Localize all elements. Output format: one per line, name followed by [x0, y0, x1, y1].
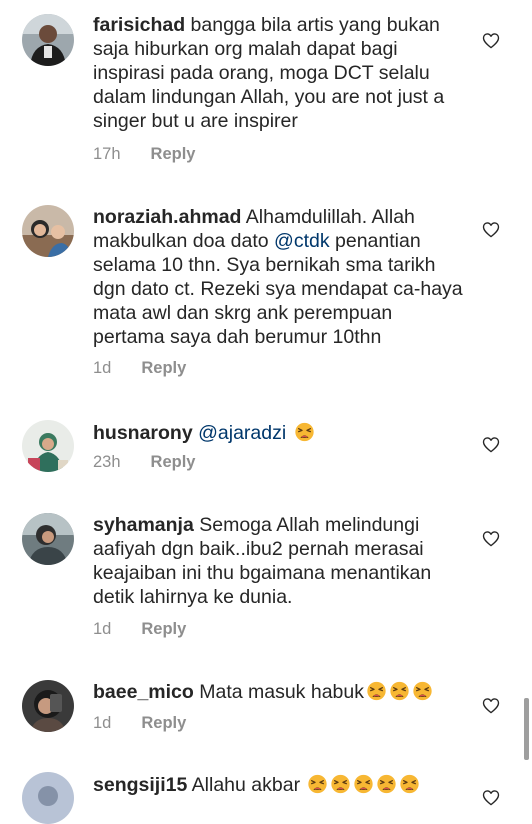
comment-meta: 23h Reply	[93, 453, 195, 472]
comment-meta: 1d Reply	[93, 359, 186, 378]
tired-face-emoji	[399, 774, 420, 794]
avatar[interactable]	[22, 420, 74, 472]
reply-button[interactable]: Reply	[141, 714, 186, 733]
comment-meta: 17h Reply	[93, 145, 195, 164]
heart-outline-icon[interactable]	[482, 436, 500, 453]
comment-time: 1d	[93, 359, 112, 377]
avatar[interactable]	[22, 205, 74, 257]
comment-time: 1d	[93, 714, 112, 732]
avatar[interactable]	[22, 513, 74, 565]
tired-face-emoji	[412, 681, 433, 701]
mention-link[interactable]: @ctdk	[274, 230, 330, 252]
comment-text: baee_mico Mata masuk habuk	[93, 680, 465, 704]
mention-link[interactable]: @ajaradzi	[198, 422, 286, 444]
heart-outline-icon[interactable]	[482, 789, 500, 806]
tired-face-emoji	[330, 774, 351, 794]
reply-button[interactable]: Reply	[151, 145, 196, 164]
comment-username[interactable]: sengsiji15	[93, 774, 187, 796]
heart-outline-icon[interactable]	[482, 530, 500, 547]
comment-text: noraziah.ahmad Alhamdulillah. Allah makb…	[93, 205, 465, 349]
comment-username[interactable]: husnarony	[93, 422, 193, 444]
reply-button[interactable]: Reply	[151, 453, 196, 472]
comment-time: 1d	[93, 620, 112, 638]
avatar[interactable]	[22, 772, 74, 824]
comment-body: Mata masuk habuk	[193, 681, 364, 703]
reply-button[interactable]: Reply	[141, 620, 186, 639]
comment-username[interactable]: noraziah.ahmad	[93, 206, 241, 228]
tired-face-emoji	[366, 681, 387, 701]
scrollbar[interactable]	[524, 698, 529, 760]
comment-time: 17h	[93, 145, 121, 163]
heart-outline-icon[interactable]	[482, 32, 500, 49]
tired-face-emoji	[294, 422, 315, 442]
comment-username[interactable]: syhamanja	[93, 514, 194, 536]
heart-outline-icon[interactable]	[482, 221, 500, 238]
comment-text: husnarony @ajaradzi	[93, 421, 465, 445]
comment-meta: 1d Reply	[93, 620, 186, 639]
comment-text: syhamanja Semoga Allah melindungi aafiya…	[93, 513, 465, 609]
comment-username[interactable]: baee_mico	[93, 681, 194, 703]
tired-face-emoji	[353, 774, 374, 794]
tired-face-emoji	[307, 774, 328, 794]
comment-time: 23h	[93, 453, 121, 471]
comment-meta: 1d Reply	[93, 714, 186, 733]
heart-outline-icon[interactable]	[482, 697, 500, 714]
reply-button[interactable]: Reply	[141, 359, 186, 378]
comment-body: Allahu akbar	[187, 774, 306, 796]
tired-face-emoji	[376, 774, 397, 794]
tired-face-emoji	[389, 681, 410, 701]
comment-text: sengsiji15 Allahu akbar	[93, 773, 465, 797]
avatar[interactable]	[22, 680, 74, 732]
avatar[interactable]	[22, 14, 74, 66]
comment-username[interactable]: farisichad	[93, 14, 185, 36]
comment-text: farisichad bangga bila artis yang bukan …	[93, 13, 465, 133]
